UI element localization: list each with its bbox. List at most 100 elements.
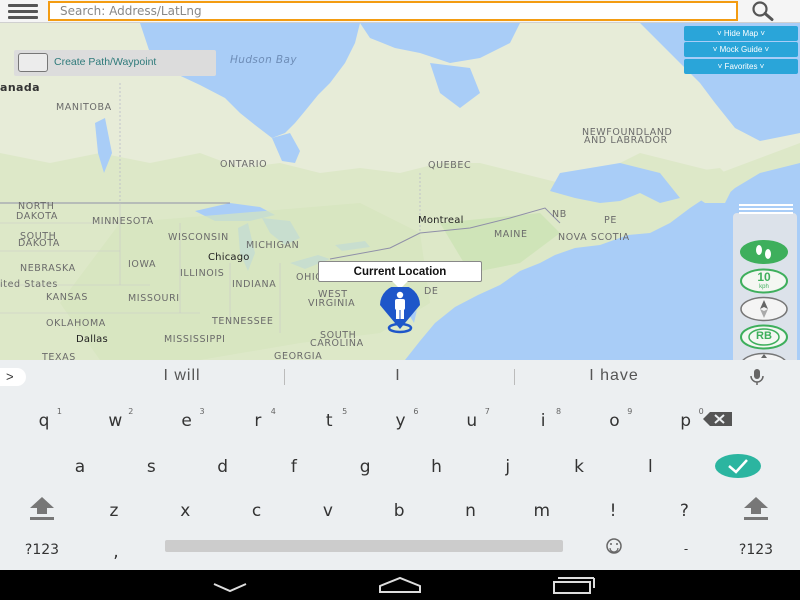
key-hint: 4 bbox=[270, 407, 276, 416]
key-label: i bbox=[540, 411, 546, 431]
key-label: n bbox=[465, 501, 476, 521]
key-l[interactable]: l bbox=[620, 445, 680, 485]
key-k[interactable]: k bbox=[549, 445, 609, 485]
key-label: m bbox=[533, 501, 551, 521]
key-m[interactable]: m bbox=[512, 489, 572, 529]
key-label: b bbox=[393, 501, 405, 521]
favorites-button[interactable]: ˅ Favorites ˅ bbox=[684, 59, 798, 74]
compass-icon[interactable] bbox=[739, 296, 789, 322]
map-label: MINNESOTA bbox=[92, 216, 154, 227]
person-location-pin-icon[interactable] bbox=[372, 287, 430, 335]
search-input[interactable] bbox=[48, 1, 738, 21]
checkmark-enter-icon[interactable] bbox=[710, 445, 770, 485]
map-label: anada bbox=[0, 81, 40, 94]
shift-left-icon[interactable] bbox=[12, 489, 72, 529]
symbols-key-right[interactable]: ?123 bbox=[726, 530, 786, 570]
map-label: ONTARIO bbox=[220, 159, 268, 170]
key-y[interactable]: y6 bbox=[371, 399, 431, 439]
key-label: x bbox=[180, 501, 191, 521]
dash-key[interactable]: - bbox=[656, 530, 716, 570]
key-e[interactable]: e3 bbox=[157, 399, 217, 439]
key-![interactable]: ! bbox=[583, 489, 643, 529]
recents-icon[interactable] bbox=[550, 574, 596, 596]
key-d[interactable]: d bbox=[193, 445, 253, 485]
suggestion-divider bbox=[284, 369, 285, 385]
rb-icon[interactable]: RB bbox=[739, 324, 789, 350]
key-b[interactable]: b bbox=[369, 489, 429, 529]
key-c[interactable]: c bbox=[227, 489, 287, 529]
key-v[interactable]: v bbox=[298, 489, 358, 529]
create-path-button[interactable]: Create Path/Waypoint bbox=[14, 50, 216, 76]
back-chevron-icon[interactable] bbox=[210, 574, 250, 596]
current-location-callout[interactable]: Current Location bbox=[318, 261, 482, 282]
create-path-checkbox[interactable] bbox=[18, 53, 48, 72]
map-label: INDIANA bbox=[232, 279, 277, 290]
map-label: GEORGIA bbox=[274, 351, 323, 360]
key-z[interactable]: z bbox=[84, 489, 144, 529]
key-q[interactable]: q1 bbox=[14, 399, 74, 439]
map-label: ILLINOIS bbox=[180, 268, 225, 279]
suggestion-item[interactable]: I bbox=[326, 367, 470, 387]
key-u[interactable]: u7 bbox=[442, 399, 502, 439]
map-view[interactable]: Hudson Bay anada MANITOBA ONTARIO QUEBEC NEWF… bbox=[0, 23, 800, 360]
spacebar[interactable] bbox=[165, 540, 563, 552]
microphone-icon[interactable] bbox=[748, 368, 766, 386]
key-f[interactable]: f bbox=[264, 445, 324, 485]
app-window: Hudson BayanadaMANITOBAONTARIOQUEBECNEWF… bbox=[0, 0, 800, 600]
suggestion-strip: > I will I I have bbox=[0, 360, 800, 393]
key-label: w bbox=[108, 411, 123, 431]
home-icon[interactable] bbox=[376, 574, 424, 596]
key-n[interactable]: n bbox=[441, 489, 501, 529]
shift-right-icon[interactable] bbox=[726, 489, 786, 529]
map-label: Chicago bbox=[208, 252, 250, 263]
key-x[interactable]: x bbox=[155, 489, 215, 529]
mock-guide-button[interactable]: ˅ Mock Guide ˅ bbox=[684, 42, 798, 57]
map-label: OKLAHOMA bbox=[46, 318, 106, 329]
key-r[interactable]: r4 bbox=[228, 399, 288, 439]
key-label: u bbox=[466, 411, 478, 431]
key-label: h bbox=[431, 457, 442, 477]
key-i[interactable]: i8 bbox=[513, 399, 573, 439]
hide-map-button[interactable]: ˅ Hide Map ˅ bbox=[684, 26, 798, 41]
key-hint: 7 bbox=[484, 407, 490, 416]
key-label: l bbox=[648, 457, 653, 477]
map-label: MANITOBA bbox=[56, 102, 112, 113]
suggestion-expand-button[interactable]: > bbox=[0, 368, 26, 386]
key-hint: 5 bbox=[342, 407, 348, 416]
smiley-icon[interactable] bbox=[584, 530, 644, 570]
suggestion-item[interactable]: I have bbox=[542, 367, 686, 387]
symbols-key-left[interactable]: ?123 bbox=[12, 530, 72, 570]
key-s[interactable]: s bbox=[121, 445, 181, 485]
map-label: CAROLINA bbox=[310, 338, 364, 349]
speed-icon[interactable]: 10 kph bbox=[739, 268, 789, 294]
key-label: j bbox=[505, 457, 511, 477]
map-label: NEBRASKA bbox=[20, 263, 76, 274]
footsteps-icon[interactable] bbox=[739, 239, 789, 265]
map-label: Dallas bbox=[76, 334, 108, 345]
map-label: AND LABRADOR bbox=[584, 135, 668, 146]
joystick-icon[interactable] bbox=[739, 352, 789, 360]
hamburger-menu-icon[interactable] bbox=[6, 2, 40, 21]
key-label: f bbox=[290, 457, 297, 477]
key-hint: 9 bbox=[627, 407, 633, 416]
comma-key[interactable]: , bbox=[86, 530, 146, 570]
map-label: MAINE bbox=[494, 229, 528, 240]
key-a[interactable]: a bbox=[50, 445, 110, 485]
key-o[interactable]: o9 bbox=[584, 399, 644, 439]
key-?[interactable]: ? bbox=[654, 489, 714, 529]
key-label: d bbox=[217, 457, 228, 477]
key-j[interactable]: j bbox=[478, 445, 538, 485]
key-t[interactable]: t5 bbox=[299, 399, 359, 439]
key-label: y bbox=[395, 411, 406, 431]
search-icon[interactable] bbox=[748, 0, 778, 22]
key-g[interactable]: g bbox=[335, 445, 395, 485]
map-label: QUEBEC bbox=[428, 160, 472, 171]
map-label: ited States bbox=[0, 279, 58, 290]
suggestion-item[interactable]: I will bbox=[110, 367, 254, 387]
key-h[interactable]: h bbox=[407, 445, 467, 485]
key-hint: 6 bbox=[413, 407, 419, 416]
drag-handle-icon[interactable] bbox=[737, 203, 795, 214]
key-w[interactable]: w2 bbox=[85, 399, 145, 439]
backspace-icon[interactable] bbox=[684, 399, 754, 439]
map-label: TENNESSEE bbox=[212, 316, 274, 327]
